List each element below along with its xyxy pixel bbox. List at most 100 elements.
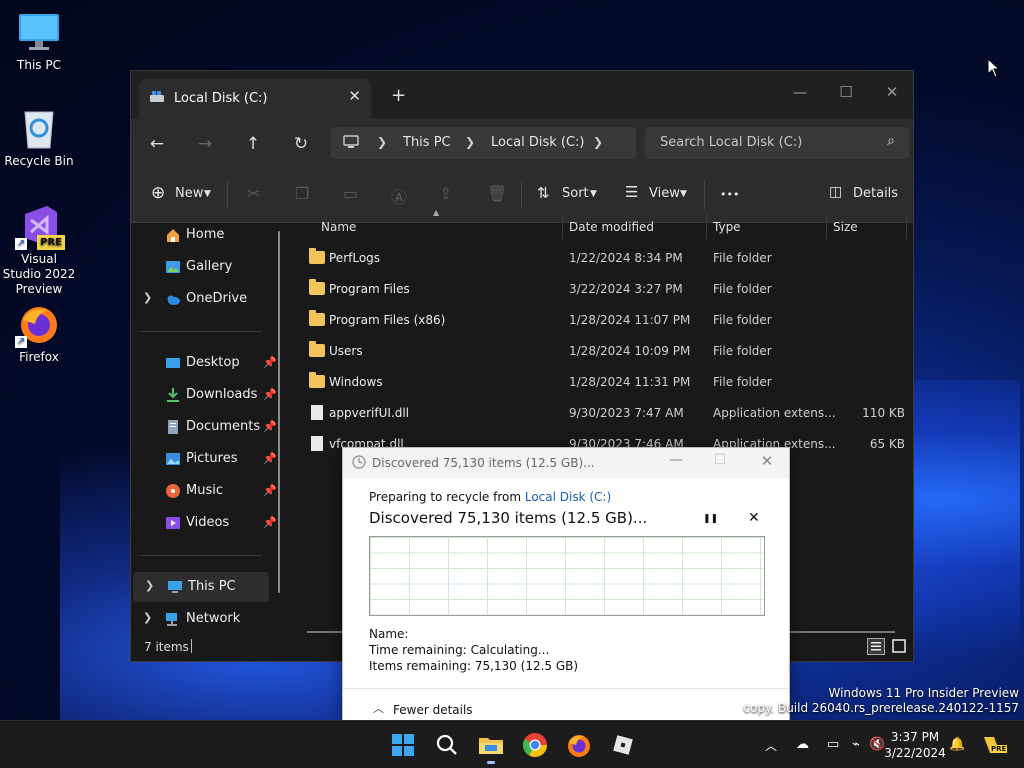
column-divider[interactable]: [826, 213, 827, 239]
breadcrumb-local-disk[interactable]: Local Disk (C:): [491, 135, 584, 150]
column-header-size[interactable]: Size: [833, 220, 858, 234]
file-explorer-taskbar-icon[interactable]: [477, 731, 505, 764]
recycle-progress-dialog: Discovered 75,130 items (12.5 GB)... — ☐…: [342, 447, 790, 721]
pin-icon: 📌: [263, 388, 277, 401]
breadcrumb-this-pc[interactable]: This PC: [403, 135, 451, 150]
table-row[interactable]: PerfLogs 1/22/2024 8:34 PM File folder: [305, 243, 905, 274]
breadcrumb-chevron-icon: ❯: [377, 135, 388, 149]
nav-item-home[interactable]: Home: [131, 220, 281, 250]
items-remaining: Items remaining: 75,130 (12.5 GB): [369, 659, 579, 673]
desktop-icon-recycle-bin[interactable]: Recycle Bin: [1, 106, 77, 169]
notification-bell-icon[interactable]: 🔔: [949, 737, 965, 752]
up-button[interactable]: ↑: [239, 134, 267, 154]
gallery-icon: [165, 259, 181, 275]
start-button[interactable]: [389, 731, 417, 759]
nav-item-pictures[interactable]: Pictures 📌: [131, 444, 281, 474]
new-plus-icon: ⊕: [151, 183, 166, 203]
view-button[interactable]: View: [649, 186, 680, 201]
column-divider[interactable]: [706, 213, 707, 239]
address-bar[interactable]: ❯ This PC ❯ Local Disk (C:) ❯: [331, 127, 636, 159]
chrome-icon[interactable]: [521, 731, 549, 759]
copy-icon[interactable]: ❐: [295, 184, 309, 203]
network-icon[interactable]: ⌁: [852, 737, 860, 752]
table-row[interactable]: Users 1/28/2024 10:09 PM File folder: [305, 336, 905, 367]
desktop-icon-firefox[interactable]: ↗ Firefox: [1, 302, 77, 365]
nav-item-gallery[interactable]: Gallery: [131, 252, 281, 282]
expand-chevron-icon[interactable]: ❯: [143, 291, 152, 304]
nav-item-onedrive[interactable]: ❯ OneDrive: [131, 284, 281, 314]
firefox-icon[interactable]: [565, 731, 593, 759]
large-icons-view-button[interactable]: [891, 638, 907, 654]
volume-muted-icon[interactable]: 🔇: [869, 737, 885, 752]
dialog-minimize-button[interactable]: —: [661, 452, 691, 468]
expand-chevron-icon[interactable]: ❯: [143, 611, 152, 624]
column-header-name[interactable]: Name: [321, 220, 356, 234]
desktop-icon-this-pc[interactable]: This PC: [1, 10, 77, 73]
display-icon[interactable]: ▭: [827, 737, 839, 752]
nav-item-music[interactable]: Music 📌: [131, 476, 281, 506]
desktop-icon-visual-studio[interactable]: PRE ↗ Visual Studio 2022 Preview: [1, 204, 77, 297]
tab-close-button[interactable]: ✕: [348, 87, 361, 105]
column-divider[interactable]: [562, 213, 563, 239]
source-link[interactable]: Local Disk (C:): [525, 490, 611, 504]
tab-local-disk[interactable]: Local Disk (C:) ✕: [139, 79, 371, 119]
sort-button[interactable]: Sort: [562, 186, 589, 201]
nav-pane-scrollbar[interactable]: [278, 231, 280, 593]
cancel-button[interactable]: ✕: [748, 510, 760, 526]
table-row[interactable]: Windows 1/28/2024 11:31 PM File folder: [305, 367, 905, 398]
copilot-preview-icon[interactable]: PRE: [980, 733, 1008, 757]
monitor-icon: [167, 579, 183, 595]
fewer-details-button[interactable]: Fewer details: [393, 703, 473, 717]
more-options-button[interactable]: •••: [720, 188, 739, 201]
build-watermark-line2: copy. Build 26040.rs_prerelease.240122-1…: [743, 701, 1019, 715]
maximize-button[interactable]: ☐: [823, 77, 869, 107]
column-divider[interactable]: [906, 213, 907, 239]
sort-icon: ⇅: [537, 184, 550, 202]
search-box[interactable]: Search Local Disk (C:) ⌕: [645, 127, 909, 159]
desktop-icon-label: This PC: [17, 58, 61, 72]
cut-icon[interactable]: ✂: [247, 184, 260, 203]
back-button[interactable]: ←: [143, 134, 171, 154]
table-row[interactable]: Program Files (x86) 1/28/2024 11:07 PM F…: [305, 305, 905, 336]
video-icon: [165, 515, 181, 531]
search-icon[interactable]: [433, 731, 461, 759]
nav-item-network[interactable]: ❯ Network: [131, 604, 281, 634]
clock[interactable]: 3:37 PM 3/22/2024: [884, 729, 946, 761]
paste-icon[interactable]: ▭: [343, 184, 358, 203]
onedrive-offline-icon[interactable]: ☁: [796, 737, 809, 752]
chevron-up-icon[interactable]: ︿: [765, 737, 777, 754]
dialog-maximize-button[interactable]: ☐: [705, 452, 735, 468]
refresh-button[interactable]: ↻: [287, 134, 315, 154]
sort-ascending-icon: ▲: [433, 208, 440, 217]
dll-file-icon: [311, 405, 323, 420]
nav-item-desktop[interactable]: Desktop 📌: [131, 348, 281, 378]
share-icon[interactable]: ⇪: [439, 184, 452, 203]
nav-item-videos[interactable]: Videos 📌: [131, 508, 281, 538]
delete-icon[interactable]: 🗑: [487, 184, 507, 203]
column-header-date[interactable]: Date modified: [569, 220, 654, 234]
minimize-button[interactable]: —: [777, 77, 823, 107]
nav-divider: [141, 555, 261, 556]
navigation-bar: ← → ↑ ↻ ❯ This PC ❯ Local Disk (C:) ❯ Se…: [131, 119, 913, 169]
roblox-icon[interactable]: [609, 731, 637, 759]
table-row[interactable]: appverifUI.dll 9/30/2023 7:47 AM Applica…: [305, 398, 905, 429]
forward-button[interactable]: →: [191, 134, 219, 154]
new-button[interactable]: New: [175, 186, 203, 201]
nav-item-this-pc[interactable]: ❯ This PC: [133, 572, 269, 602]
progress-graph: [369, 536, 765, 616]
dialog-close-button[interactable]: ✕: [752, 452, 782, 470]
nav-item-documents[interactable]: Documents 📌: [131, 412, 281, 442]
details-button[interactable]: Details: [853, 186, 898, 201]
table-row[interactable]: Program Files 3/22/2024 3:27 PM File fol…: [305, 274, 905, 305]
details-view-button[interactable]: [867, 638, 885, 655]
expand-chevron-icon[interactable]: ❯: [145, 579, 154, 592]
pause-button[interactable]: ❚❚: [703, 514, 718, 524]
close-button[interactable]: ✕: [869, 77, 915, 107]
rename-icon[interactable]: Ⓐ: [391, 184, 407, 208]
preview-badge: PRE: [990, 745, 1008, 753]
search-input[interactable]: Search Local Disk (C:): [660, 135, 802, 150]
column-header-type[interactable]: Type: [713, 220, 741, 234]
new-tab-button[interactable]: +: [391, 85, 406, 106]
chevron-up-icon[interactable]: ︿: [373, 700, 384, 716]
nav-item-downloads[interactable]: Downloads 📌: [131, 380, 281, 410]
